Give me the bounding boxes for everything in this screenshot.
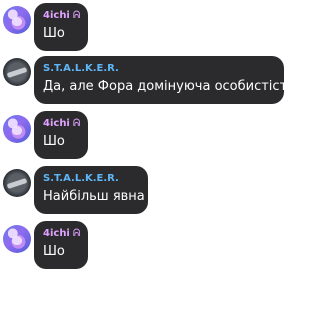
avatar[interactable] <box>3 58 31 86</box>
message-text: Да, але Фора домінуюча особистість <box>43 79 295 94</box>
author-emoji-icon: ᕱ <box>72 228 81 239</box>
message-bubble[interactable]: S.T.A.L.K.E.R. Найбільш явна <box>34 166 148 214</box>
author-name[interactable]: 4ichi ᕱ <box>43 9 81 22</box>
message-bubble[interactable]: S.T.A.L.K.E.R. Да, але Фора домінуюча ос… <box>34 56 295 104</box>
message-bubble[interactable]: 4ichi ᕱ Шо <box>34 3 88 51</box>
author-label: 4ichi <box>43 10 70 21</box>
author-name[interactable]: S.T.A.L.K.E.R. <box>43 62 275 75</box>
avatar[interactable] <box>3 6 31 34</box>
message-text: Шо <box>43 134 65 149</box>
message-text: Шо <box>43 244 65 259</box>
message-text: Шо <box>43 26 65 41</box>
avatar[interactable] <box>3 115 31 143</box>
avatar[interactable] <box>3 169 31 197</box>
author-label: 4ichi <box>43 228 70 239</box>
author-emoji-icon: ᕱ <box>72 118 81 129</box>
author-name[interactable]: S.T.A.L.K.E.R. <box>43 172 139 185</box>
author-emoji-icon: ᕱ <box>72 10 81 21</box>
author-label: 4ichi <box>43 118 70 129</box>
message-text: Найбільш явна <box>43 189 145 204</box>
message-bubble[interactable]: 4ichi ᕱ Шо <box>34 111 88 159</box>
author-name[interactable]: 4ichi ᕱ <box>43 117 81 130</box>
author-label: S.T.A.L.K.E.R. <box>43 63 119 74</box>
author-name[interactable]: 4ichi ᕱ <box>43 227 81 240</box>
author-label: S.T.A.L.K.E.R. <box>43 173 119 184</box>
avatar[interactable] <box>3 225 31 253</box>
message-bubble[interactable]: 4ichi ᕱ Шо <box>34 221 88 269</box>
